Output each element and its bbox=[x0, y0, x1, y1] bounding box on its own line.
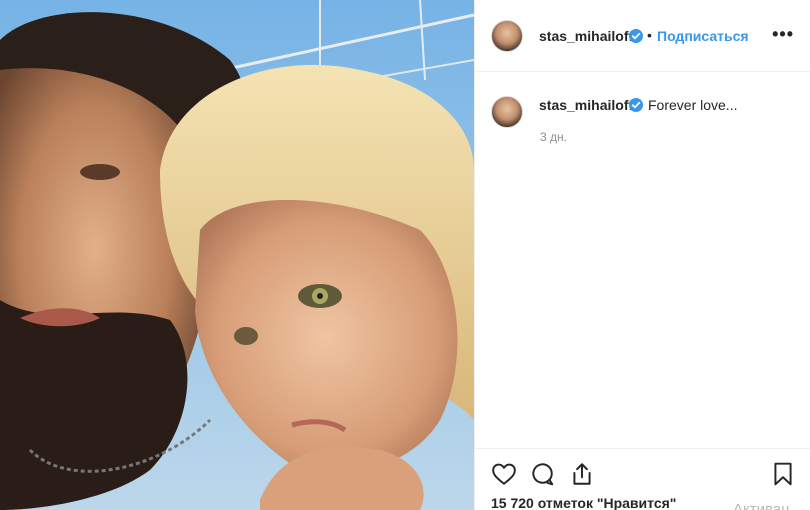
caption-username[interactable]: stas_mihailoff bbox=[539, 97, 633, 113]
action-bar: 15 720 отметок "Нравится" Активац bbox=[475, 448, 810, 510]
share-upload-icon bbox=[573, 463, 591, 485]
post-photo[interactable] bbox=[0, 0, 474, 510]
photo-illustration bbox=[0, 0, 474, 510]
likes-count[interactable]: 15 720 отметок "Нравится" bbox=[491, 495, 676, 510]
verified-badge-icon bbox=[629, 98, 643, 112]
caption-author-avatar[interactable] bbox=[491, 96, 523, 128]
separator-dot: • bbox=[647, 27, 652, 43]
author-avatar[interactable] bbox=[491, 20, 523, 52]
caption-text: Forever love... bbox=[648, 97, 738, 113]
heart-icon bbox=[492, 463, 516, 485]
follow-button[interactable]: Подписаться bbox=[657, 28, 749, 44]
post-side-panel: stas_mihailoff • Подписаться ••• stas_mi… bbox=[475, 0, 810, 510]
bookmark-icon bbox=[774, 462, 792, 486]
share-button[interactable] bbox=[569, 461, 595, 487]
post-header: stas_mihailoff • Подписаться ••• bbox=[475, 0, 810, 72]
save-button[interactable] bbox=[770, 461, 796, 487]
os-activation-watermark: Активац bbox=[733, 501, 790, 510]
post-time[interactable]: 3 дн. bbox=[540, 130, 567, 144]
more-options-icon[interactable]: ••• bbox=[772, 24, 794, 45]
like-button[interactable] bbox=[491, 461, 517, 487]
comment-button[interactable] bbox=[529, 461, 555, 487]
verified-badge-icon bbox=[629, 29, 643, 43]
comment-bubble-icon bbox=[532, 463, 554, 486]
author-username[interactable]: stas_mihailoff bbox=[539, 28, 633, 44]
